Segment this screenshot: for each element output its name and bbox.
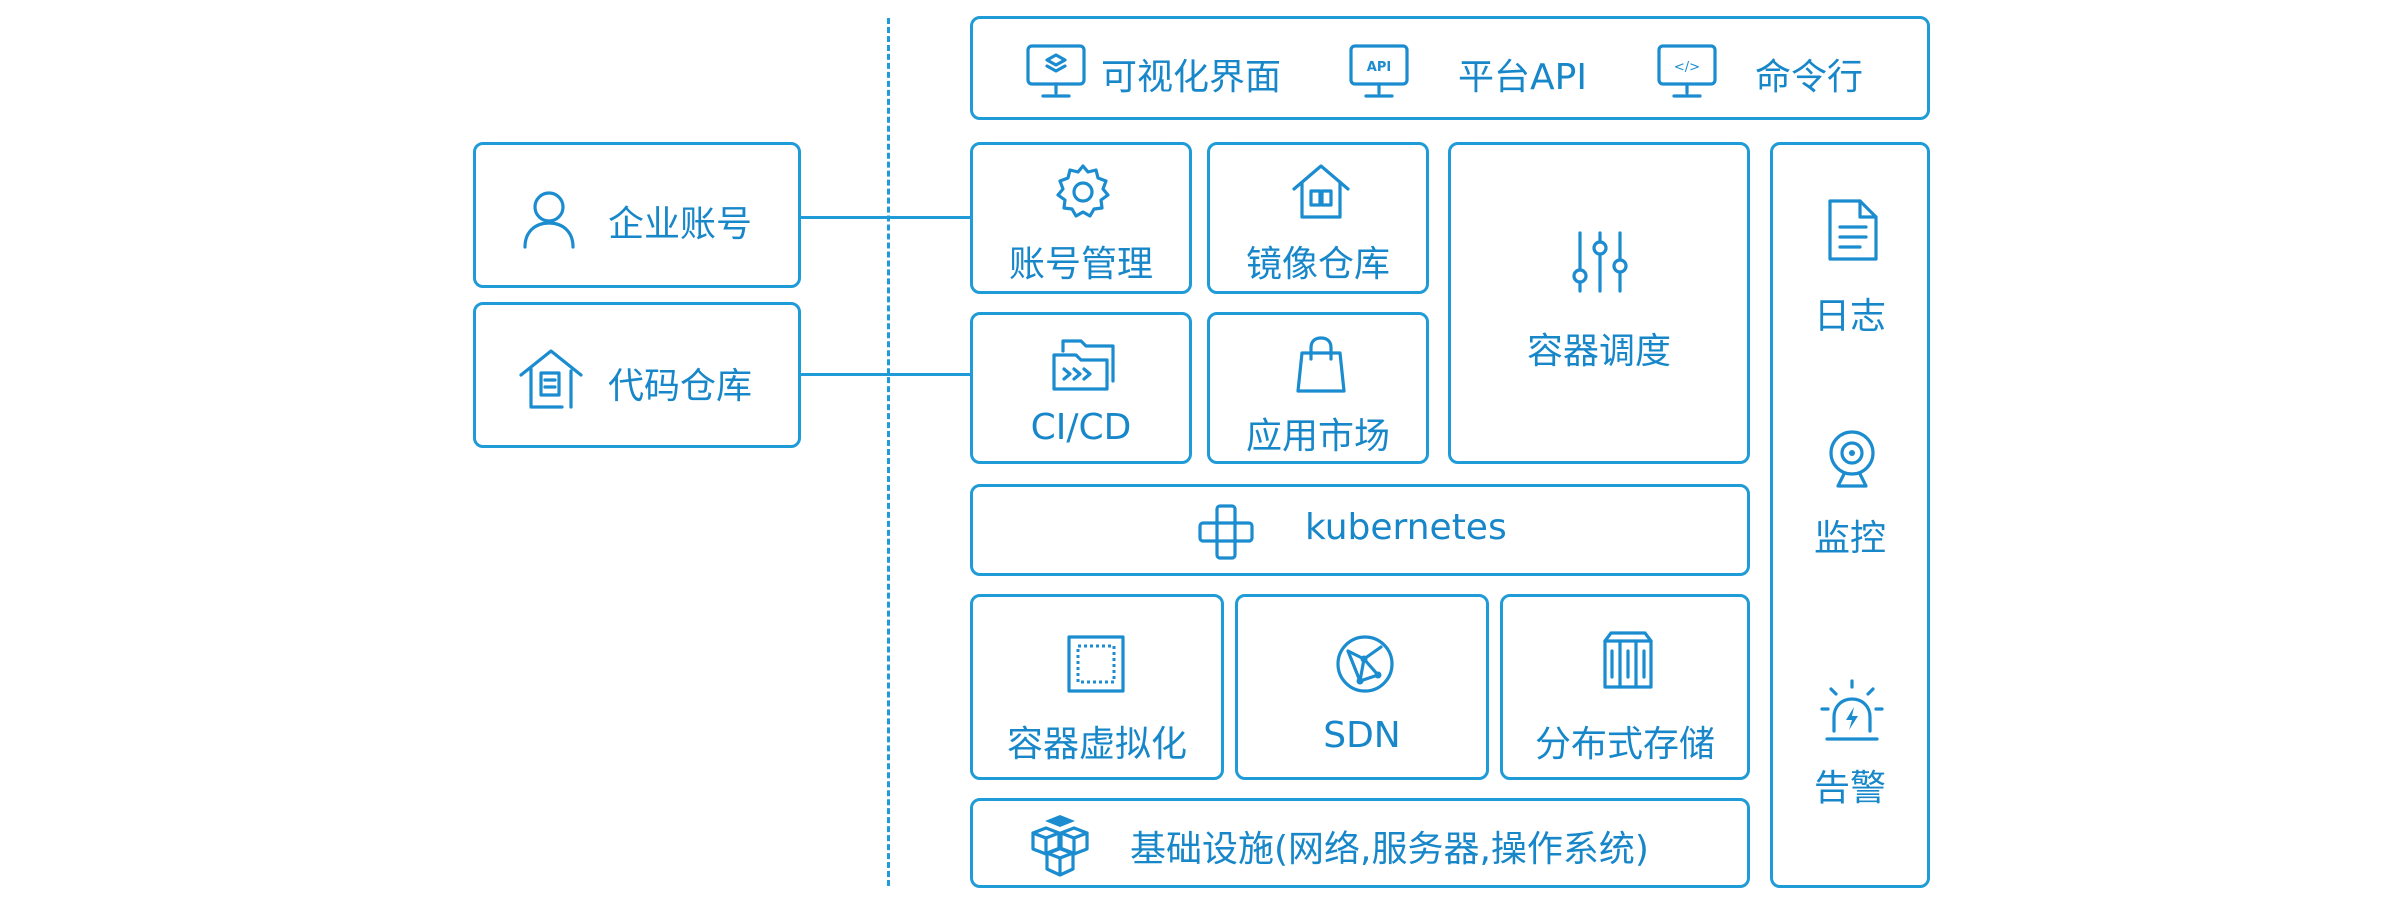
separator-dashed-line — [887, 18, 890, 886]
cli-label: 命令行 — [1755, 57, 1864, 98]
sliders-icon — [1568, 229, 1632, 295]
storage-cabinet-icon — [1599, 629, 1657, 691]
ops-side-panel: 日志 监控 告警 — [1770, 142, 1930, 888]
network-globe-icon — [1334, 633, 1396, 695]
cubes-icon — [1029, 815, 1091, 877]
image-repo-box: 镜像仓库 — [1207, 142, 1429, 294]
dist-storage-label: 分布式存储 — [1534, 724, 1715, 765]
app-market-label: 应用市场 — [1245, 416, 1390, 457]
kubernetes-bar: kubernetes — [970, 484, 1750, 576]
kubernetes-label: kubernetes — [1305, 507, 1507, 548]
visual-ui-label: 可视化界面 — [1101, 57, 1282, 98]
container-virt-box: 容器虚拟化 — [970, 594, 1224, 780]
chip-frame-icon — [1065, 633, 1127, 695]
kubernetes-icon — [1196, 502, 1256, 562]
gear-icon — [1052, 161, 1114, 223]
image-repo-label: 镜像仓库 — [1245, 244, 1390, 285]
app-market-box: 应用市场 — [1207, 312, 1429, 464]
sdn-label: SDN — [1323, 715, 1401, 756]
container-sched-label: 容器调度 — [1526, 331, 1671, 372]
shopping-bag-icon — [1292, 335, 1350, 395]
connector-enterprise-account — [800, 216, 975, 219]
container-virt-label: 容器虚拟化 — [1006, 724, 1187, 765]
enterprise-account-label: 企业账号 — [608, 204, 753, 245]
monitor-label: 监控 — [1813, 518, 1886, 559]
infrastructure-bar: 基础设施(网络,服务器,操作系统) — [970, 798, 1750, 888]
visual-ui-monitor-icon — [1025, 41, 1087, 103]
alert-label: 告警 — [1813, 768, 1886, 809]
user-icon — [516, 185, 582, 251]
sdn-box: SDN — [1235, 594, 1489, 780]
monitor-camera-icon — [1824, 429, 1880, 489]
cli-monitor-icon: </> — [1656, 41, 1718, 103]
platform-api-label: 平台API — [1458, 57, 1587, 98]
cicd-folder-icon — [1049, 337, 1119, 393]
connector-code-repo — [800, 373, 975, 376]
dist-storage-box: 分布式存储 — [1500, 594, 1750, 780]
enterprise-account-box: 企业账号 — [473, 142, 801, 288]
access-layer-bar: 可视化界面 API 平台API </> 命令行 — [970, 16, 1930, 120]
log-label: 日志 — [1813, 296, 1886, 337]
cicd-box: CI/CD — [970, 312, 1192, 464]
code-repo-label: 代码仓库 — [608, 366, 753, 407]
account-mgmt-label: 账号管理 — [1008, 244, 1153, 285]
infrastructure-label: 基础设施(网络,服务器,操作系统) — [1130, 829, 1649, 870]
repo-house-icon — [516, 343, 586, 413]
cicd-label: CI/CD — [1030, 407, 1132, 448]
platform-api-monitor-icon: API — [1348, 41, 1410, 103]
svg-text:API: API — [1367, 60, 1391, 75]
svg-text:</>: </> — [1674, 60, 1700, 75]
code-repo-box: 代码仓库 — [473, 302, 801, 448]
alert-beacon-icon — [1819, 679, 1885, 745]
account-mgmt-box: 账号管理 — [970, 142, 1192, 294]
log-document-icon — [1822, 197, 1882, 263]
container-sched-box: 容器调度 — [1448, 142, 1750, 464]
image-repo-house-icon — [1289, 159, 1353, 223]
